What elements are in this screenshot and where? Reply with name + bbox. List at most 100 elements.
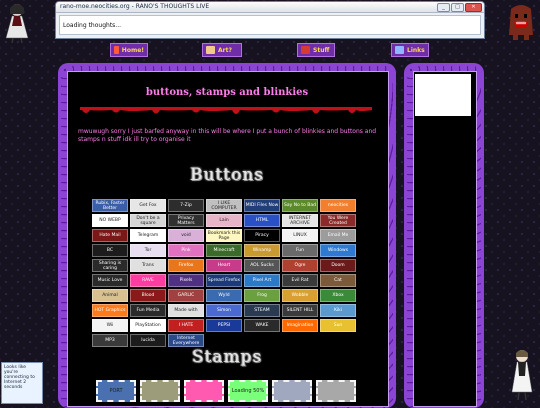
button-5[interactable]: Say No to Bad <box>282 199 318 212</box>
button-63[interactable]: MP3 <box>92 334 128 347</box>
nav-art-label: Art? <box>218 46 232 54</box>
button-24[interactable]: Minecraft <box>206 244 242 257</box>
stamp-4[interactable] <box>272 380 312 402</box>
button-34[interactable]: Doom <box>320 259 356 272</box>
button-14[interactable]: Hate Mail <box>92 229 128 242</box>
button-36[interactable]: RAVE <box>130 274 166 287</box>
loading-window: rano-moe.neocities.org - RANO'S THOUGHTS… <box>55 1 485 39</box>
button-18[interactable]: Piracy <box>244 229 280 242</box>
button-27[interactable]: Windows <box>320 244 356 257</box>
button-19[interactable]: LINUX <box>282 229 318 242</box>
stamp-5[interactable] <box>316 380 356 402</box>
button-47[interactable]: Wobble <box>282 289 318 302</box>
buttons-heading: Buttons <box>189 165 264 185</box>
button-56[interactable]: Wii <box>92 319 128 332</box>
button-48[interactable]: Xbox <box>320 289 356 302</box>
button-64[interactable]: lucida <box>130 334 166 347</box>
blood-drip-divider <box>80 107 372 114</box>
button-12[interactable]: INTERNET ARCHIVE <box>282 214 318 227</box>
button-37[interactable]: Pixels <box>168 274 204 287</box>
button-53[interactable]: STEAM <box>244 304 280 317</box>
house-icon <box>114 46 119 54</box>
nav-art[interactable]: Art? <box>202 43 242 57</box>
button-7[interactable]: NO WEBP <box>92 214 128 227</box>
minimize-button[interactable]: _ <box>437 3 450 12</box>
button-50[interactable]: Fun Media <box>130 304 166 317</box>
stamp-0[interactable]: PORT <box>96 380 136 402</box>
button-22[interactable]: Tor <box>130 244 166 257</box>
button-60[interactable]: WAKE <box>244 319 280 332</box>
button-15[interactable]: Telegram <box>130 229 166 242</box>
button-33[interactable]: Ogre <box>282 259 318 272</box>
maximize-button[interactable]: □ <box>451 3 464 12</box>
button-59[interactable]: PEPSI <box>206 319 242 332</box>
button-26[interactable]: Fun <box>282 244 318 257</box>
gothic-girl-sprite <box>5 4 29 44</box>
button-39[interactable]: Pixel Art <box>244 274 280 287</box>
stamps-row: PORT Loading 50% <box>96 380 356 402</box>
button-62[interactable]: Sun <box>320 319 356 332</box>
button-8[interactable]: Don't be a square <box>130 214 166 227</box>
button-9[interactable]: Privacy Matters <box>168 214 204 227</box>
button-13[interactable]: You Were Created <box>320 214 356 227</box>
nav-links[interactable]: Links <box>391 43 429 57</box>
button-11[interactable]: HTML <box>244 214 280 227</box>
nav-stuff-label: Stuff <box>313 46 330 54</box>
button-4[interactable]: MIDI Files Now <box>244 199 280 212</box>
button-31[interactable]: Heart <box>206 259 242 272</box>
button-17[interactable]: Bookmark this Page <box>206 229 242 242</box>
button-54[interactable]: SILENT HILL <box>282 304 318 317</box>
button-46[interactable]: Frog <box>244 289 280 302</box>
button-57[interactable]: PlayStation <box>130 319 166 332</box>
connection-badge: Looks like you're connecting to Internet… <box>1 362 43 404</box>
button-52[interactable]: Simon <box>206 304 242 317</box>
button-21[interactable]: BC <box>92 244 128 257</box>
art-icon <box>206 46 215 54</box>
links-icon <box>395 46 404 54</box>
button-35[interactable]: Music Love <box>92 274 128 287</box>
maid-doll-sprite <box>511 350 533 401</box>
button-38[interactable]: Spread Firefox <box>206 274 242 287</box>
button-1[interactable]: Get Fox <box>130 199 166 212</box>
nav-home[interactable]: Home! <box>110 43 148 57</box>
nav-stuff[interactable]: Stuff <box>297 43 335 57</box>
button-30[interactable]: Firefox <box>168 259 204 272</box>
side-white-box <box>415 74 471 116</box>
stuff-icon <box>301 46 310 54</box>
button-42[interactable]: Animal <box>92 289 128 302</box>
button-32[interactable]: AOL Sucks <box>244 259 280 272</box>
button-43[interactable]: Blood <box>130 289 166 302</box>
stamp-1[interactable] <box>140 380 180 402</box>
stamp-3[interactable]: Loading 50% <box>228 380 268 402</box>
button-0[interactable]: Rubix, Faster Better <box>92 199 128 212</box>
side-panel <box>413 71 477 407</box>
button-2[interactable]: 7-Zip <box>168 199 204 212</box>
button-16[interactable]: void <box>168 229 204 242</box>
button-28[interactable]: Sharing is caring <box>92 259 128 272</box>
button-58[interactable]: I HATE <box>168 319 204 332</box>
button-10[interactable]: Lain <box>206 214 242 227</box>
window-title-bar: rano-moe.neocities.org - RANO'S THOUGHTS… <box>56 2 484 13</box>
button-49[interactable]: HOT Graphics <box>92 304 128 317</box>
button-3[interactable]: I LIKE COMPUTER <box>206 199 242 212</box>
nav-links-label: Links <box>407 46 425 54</box>
button-65[interactable]: Internet Everywhere <box>168 334 204 347</box>
buttons-grid: Rubix, Faster Better Get Fox 7-Zip I LIKE C… <box>92 199 364 347</box>
button-23[interactable]: Pink <box>168 244 204 257</box>
button-40[interactable]: Evil Rat <box>282 274 318 287</box>
button-51[interactable]: Made with <box>168 304 204 317</box>
button-6[interactable]: neocities <box>320 199 356 212</box>
button-29[interactable]: Trans <box>130 259 166 272</box>
button-45[interactable]: Wyld <box>206 289 242 302</box>
stamps-heading: Stamps <box>191 347 263 367</box>
button-44[interactable]: GARLIC <box>168 289 204 302</box>
stamp-2[interactable] <box>184 380 224 402</box>
close-button[interactable]: ✕ <box>465 3 482 12</box>
button-55[interactable]: Kiki <box>320 304 356 317</box>
button-41[interactable]: Cat <box>320 274 356 287</box>
button-25[interactable]: Winamp <box>244 244 280 257</box>
loading-message: Loading thoughts... <box>63 22 122 29</box>
button-61[interactable]: Imagination <box>282 319 318 332</box>
button-20[interactable]: Email Me <box>320 229 356 242</box>
window-body: Loading thoughts... <box>59 15 481 35</box>
